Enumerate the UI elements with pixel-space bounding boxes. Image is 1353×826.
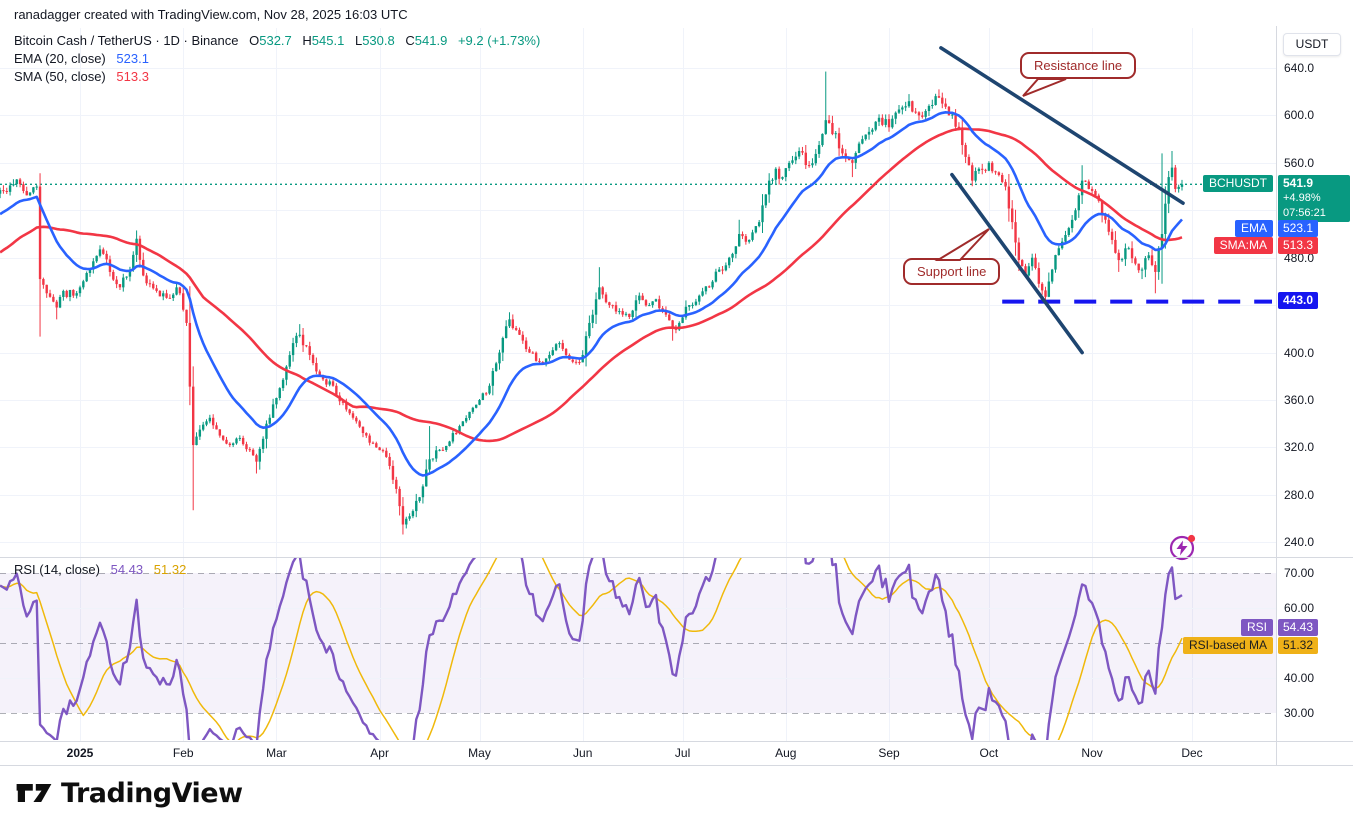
time-axis-label: Mar xyxy=(266,746,287,760)
tradingview-chart-page: ranadagger created with TradingView.com,… xyxy=(0,0,1353,826)
time-axis-label: Jul xyxy=(675,746,690,760)
rsi-ma-legend-value: 51.32 xyxy=(154,562,187,577)
time-axis-label: Dec xyxy=(1181,746,1202,760)
rsi-legend[interactable]: RSI (14, close) 54.43 51.32 xyxy=(14,562,186,577)
change-value: +9.2 (+1.73%) xyxy=(458,33,540,48)
last-price-value: 541.9 xyxy=(1283,176,1345,191)
price-tick-label: 560.0 xyxy=(1284,156,1314,170)
price-tick-label: 640.0 xyxy=(1284,61,1314,75)
ema-value-badge: 523.1 xyxy=(1278,220,1318,237)
attribution-text: ranadagger created with TradingView.com,… xyxy=(14,7,408,22)
change-percent-value: +4.98% xyxy=(1283,191,1345,206)
pane-separator[interactable] xyxy=(0,557,1353,558)
price-tick-label: 400.0 xyxy=(1284,346,1314,360)
open-value: 532.7 xyxy=(259,33,292,48)
support-line-label[interactable]: Support line xyxy=(903,258,1000,285)
rsi-pill: RSI xyxy=(1241,619,1273,636)
rsi-legend-label[interactable]: RSI (14, close) xyxy=(14,562,100,577)
tradingview-logo-text: TradingView xyxy=(61,778,243,809)
time-axis-label: 2025 xyxy=(67,746,94,760)
time-axis-label: May xyxy=(468,746,491,760)
ema-legend-label[interactable]: EMA (20, close) xyxy=(14,51,106,66)
close-value: 541.9 xyxy=(415,33,448,48)
price-axis[interactable]: USDT 640.0600.0560.0480.0400.0360.0320.0… xyxy=(1277,26,1353,766)
ema-legend-row[interactable]: EMA (20, close) 523.1 xyxy=(14,50,540,68)
sma-legend-label[interactable]: SMA (50, close) xyxy=(14,69,106,84)
high-value: 545.1 xyxy=(312,33,345,48)
price-tick-label: 360.0 xyxy=(1284,393,1314,407)
price-tick-label: 600.0 xyxy=(1284,108,1314,122)
sma-legend-row[interactable]: SMA (50, close) 513.3 xyxy=(14,68,540,86)
level-443-badge: 443.0 xyxy=(1278,292,1318,309)
ema-legend-value: 523.1 xyxy=(116,51,149,66)
symbol-legend-row[interactable]: Bitcoin Cash / TetherUS · 1D · Binance O… xyxy=(14,32,540,50)
time-axis-label: Apr xyxy=(370,746,389,760)
price-chart-canvas[interactable] xyxy=(0,26,1276,766)
bar-countdown: 07:56:21 xyxy=(1283,206,1345,221)
low-value: 530.8 xyxy=(362,33,395,48)
currency-toggle-button[interactable]: USDT xyxy=(1283,33,1341,56)
rsi-ma-value-badge: 51.32 xyxy=(1278,637,1318,654)
price-tick-label: 320.0 xyxy=(1284,440,1314,454)
sma-legend-value: 513.3 xyxy=(116,69,149,84)
notification-dot xyxy=(1188,535,1195,542)
time-axis[interactable]: 2025 Feb Mar Apr May Jun Jul Aug Sep Oct Nov Dec xyxy=(0,742,1276,766)
last-price-badge: 541.9 +4.98% 07:56:21 xyxy=(1278,175,1350,222)
rsi-tick-label: 70.00 xyxy=(1284,566,1314,580)
time-axis-label: Feb xyxy=(173,746,194,760)
symbol-legend[interactable]: Bitcoin Cash / TetherUS · 1D · Binance O… xyxy=(14,32,540,86)
rsi-ma-pill: RSI-based MA xyxy=(1183,637,1273,654)
time-axis-label: Nov xyxy=(1081,746,1102,760)
time-axis-label: Jun xyxy=(573,746,592,760)
rsi-tick-label: 40.00 xyxy=(1284,671,1314,685)
symbol-title[interactable]: Bitcoin Cash / TetherUS · 1D · Binance xyxy=(14,33,238,48)
sma-pill: SMA:MA xyxy=(1214,237,1273,254)
rsi-tick-label: 60.00 xyxy=(1284,601,1314,615)
open-label: O xyxy=(249,33,259,48)
rsi-tick-label: 30.00 xyxy=(1284,706,1314,720)
time-axis-label: Sep xyxy=(878,746,899,760)
high-label: H xyxy=(302,33,311,48)
lightning-bolt-icon xyxy=(1177,541,1188,556)
time-axis-label: Oct xyxy=(980,746,999,760)
chart-area[interactable]: Bitcoin Cash / TetherUS · 1D · Binance O… xyxy=(0,26,1353,766)
tradingview-logo-mark xyxy=(16,777,52,809)
price-tick-label: 280.0 xyxy=(1284,488,1314,502)
resistance-line-label[interactable]: Resistance line xyxy=(1020,52,1136,79)
close-label: C xyxy=(405,33,414,48)
rsi-value-badge: 54.43 xyxy=(1278,619,1318,636)
price-tick-label: 240.0 xyxy=(1284,535,1314,549)
tradingview-logo[interactable]: TradingView xyxy=(16,777,243,809)
rsi-legend-value: 54.43 xyxy=(111,562,144,577)
symbol-price-pill: BCHUSDT xyxy=(1203,175,1273,192)
ema-pill: EMA xyxy=(1235,220,1273,237)
sma-value-badge: 513.3 xyxy=(1278,237,1318,254)
time-axis-label: Aug xyxy=(775,746,796,760)
